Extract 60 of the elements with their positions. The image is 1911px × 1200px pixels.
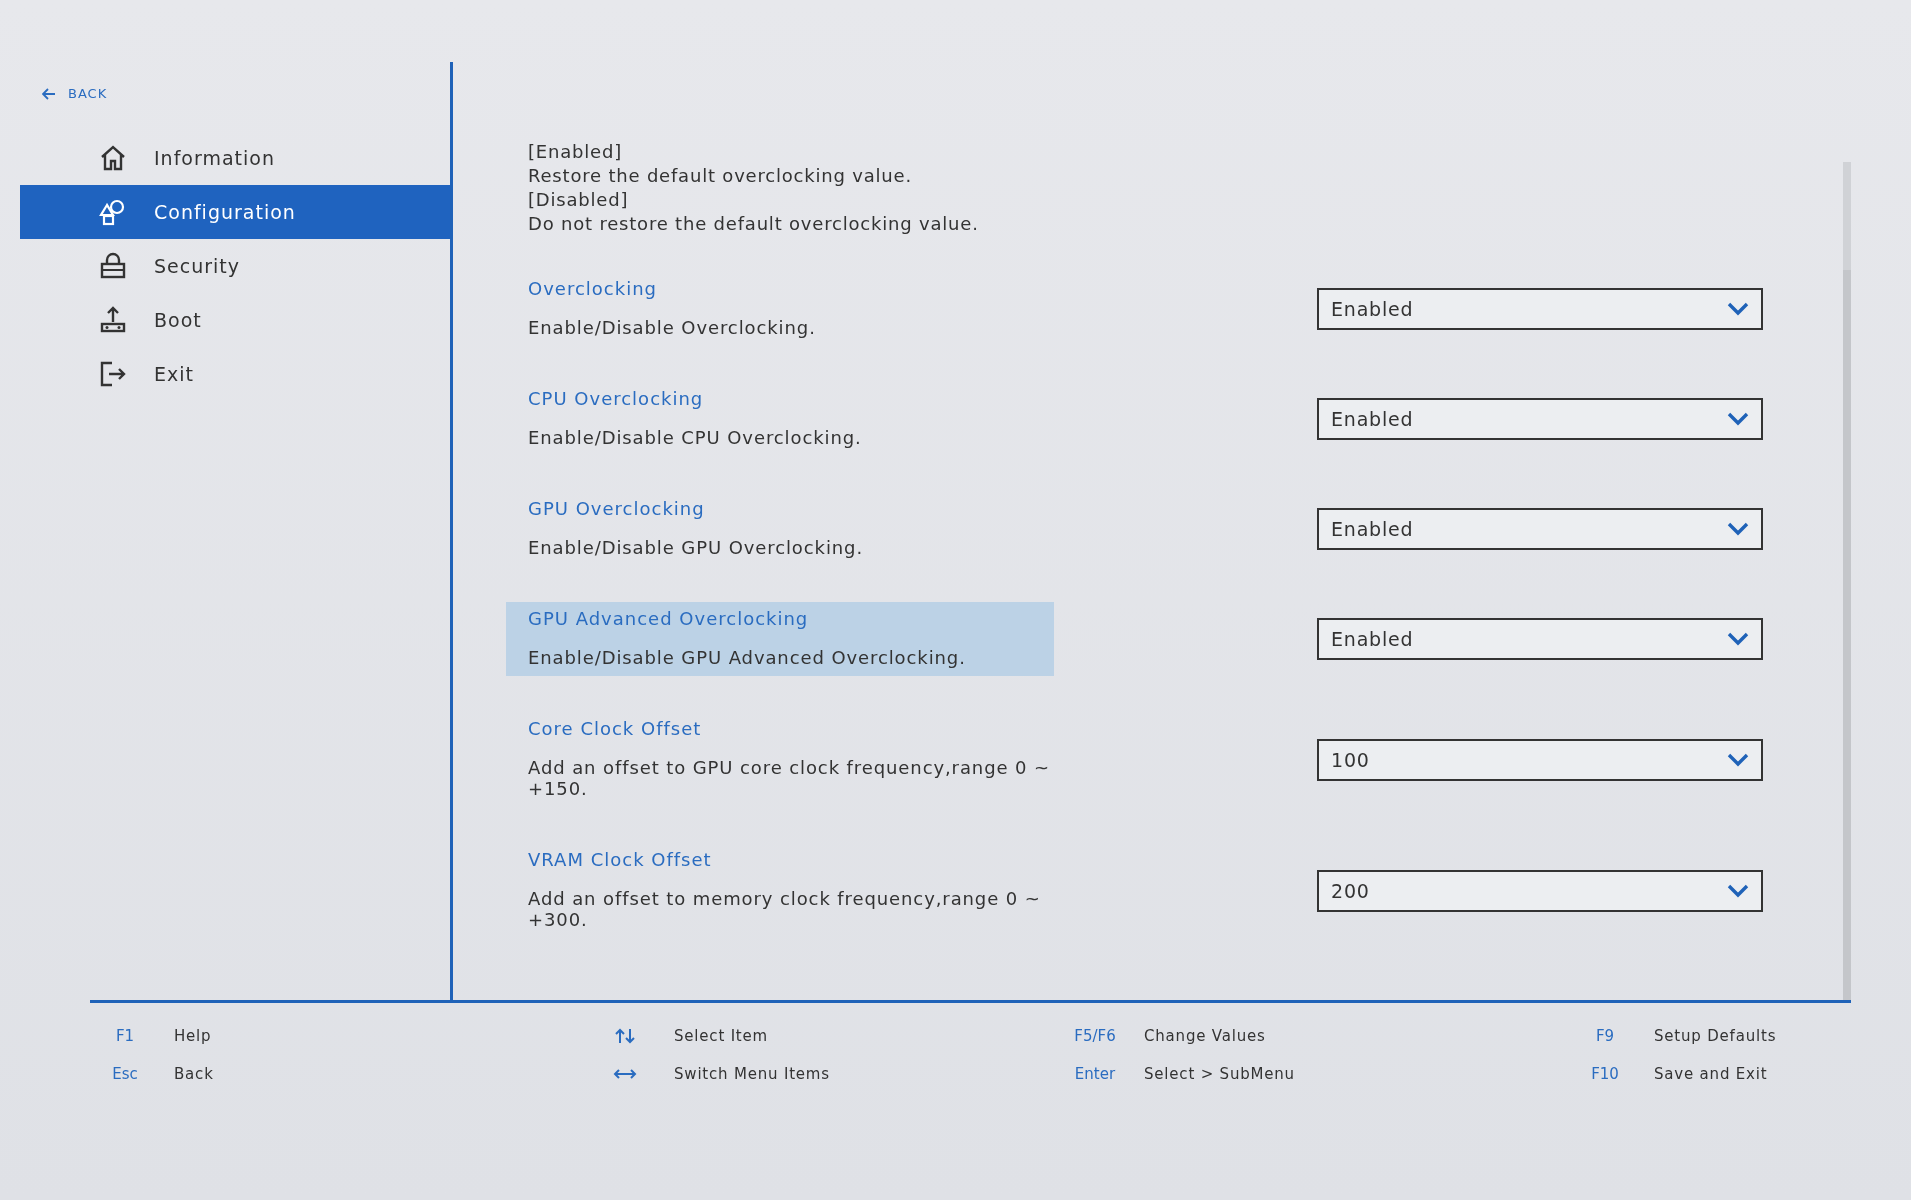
setting-title: CPU Overclocking [528,388,705,409]
boot-icon [98,305,128,335]
setting-title: VRAM Clock Offset [528,849,713,870]
key-hint: F5/F6 [1073,1027,1117,1045]
chevron-down-icon [1727,522,1749,536]
value-dropdown[interactable]: 200 [1317,869,1763,912]
chevron-down-icon [1727,412,1749,426]
value-dropdown[interactable]: Enabled [1317,398,1763,440]
setting-label-panel[interactable]: Overclocking Enable/Disable Overclocking. [506,272,1054,346]
help-text: [Enabled] [528,140,623,164]
chevron-down-icon [1727,752,1749,767]
exit-icon [98,359,128,389]
setting-label-panel[interactable]: VRAM Clock Offset Add an offset to memory clock frequency,range 0 ~ +300. [506,843,1054,938]
setting-title: Core Clock Offset [528,718,703,739]
setting-description: Add an offset to memory clock frequency,range 0 ~ +300. [528,888,1042,930]
value-dropdown[interactable]: Enabled [1317,288,1763,330]
sidebar-item[interactable]: Information [20,131,450,185]
key-description: Setup Defaults [1653,1027,1777,1045]
key-hint: F9 [1594,1027,1616,1045]
help-text: Restore the default overclocking value. [528,164,913,188]
key-description: Back [173,1065,214,1083]
key-hint: Enter [1073,1065,1117,1083]
key-hint: Esc [111,1065,139,1083]
help-text: Do not restore the default overclocking value. [528,212,980,236]
sidebar-item[interactable]: Configuration [20,185,450,239]
sidebar-item[interactable]: Security [20,239,450,293]
value-dropdown[interactable]: Enabled [1317,508,1763,550]
setting-description: Enable/Disable CPU Overclocking. [528,427,863,448]
back-link[interactable]: BACK [20,62,450,101]
key-description: Save and Exit [1653,1065,1768,1083]
key-hint: F1 [114,1027,136,1045]
setting-title: Overclocking [528,278,658,299]
setting-description: Enable/Disable Overclocking. [528,317,817,338]
setting-label-panel[interactable]: Core Clock Offset Add an offset to GPU core clock frequency,range 0 ~ +150. [506,712,1054,807]
setting-description: Enable/Disable GPU Overclocking. [528,537,865,558]
chevron-down-icon [1727,883,1749,898]
left-right-arrows-icon [613,1068,637,1080]
sidebar-item[interactable]: Boot [20,293,450,347]
key-hint: F10 [1590,1065,1620,1083]
setting-description: Add an offset to GPU core clock frequency,range 0 ~ +150. [528,757,1052,799]
back-arrow-icon [42,87,56,100]
chevron-down-icon [1727,632,1749,646]
lock-icon [98,251,128,281]
key-description: Help [173,1027,212,1045]
chevron-down-icon [1727,302,1749,316]
key-description: Select Item [673,1027,768,1045]
value-dropdown[interactable]: Enabled [1317,618,1763,660]
key-description: Change Values [1143,1027,1266,1045]
setting-title: GPU Advanced Overclocking [528,608,810,629]
value-dropdown[interactable]: 100 [1317,738,1763,781]
sidebar-item[interactable]: Exit [20,347,450,401]
setting-description: Enable/Disable GPU Advanced Overclocking. [528,647,967,668]
up-down-arrows-icon [614,1028,636,1044]
setting-label-panel[interactable]: GPU Overclocking Enable/Disable GPU Overclocking. [506,492,1054,566]
help-text: [Disabled] [528,188,630,212]
key-description: Switch Menu Items [673,1065,830,1083]
setting-title: GPU Overclocking [528,498,706,519]
setting-label-panel[interactable]: GPU Advanced Overclocking Enable/Disable GPU Advanced Overclocking. [506,602,1054,676]
key-description: Select > SubMenu [1143,1065,1295,1083]
setting-label-panel[interactable]: CPU Overclocking Enable/Disable CPU Overclocking. [506,382,1054,456]
